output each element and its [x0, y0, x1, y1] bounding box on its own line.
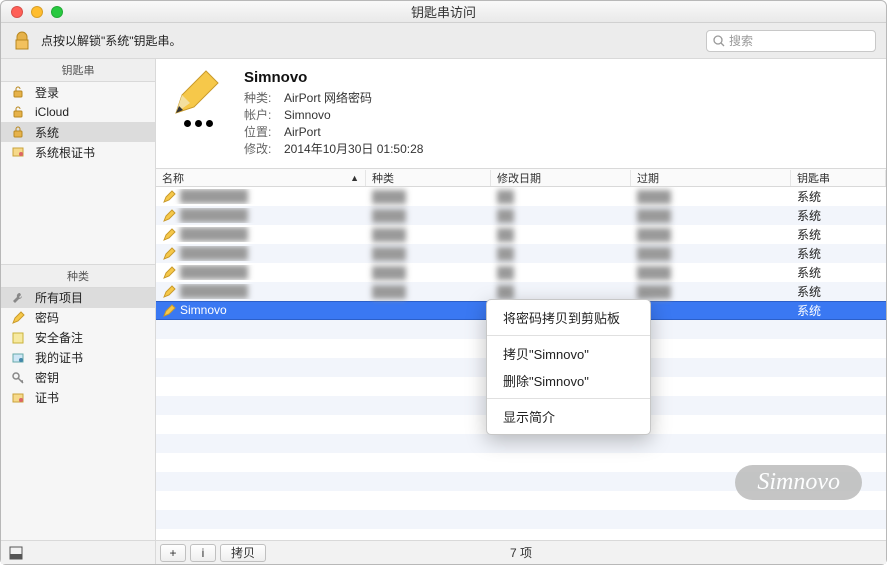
- keychain-item[interactable]: 系统根证书: [1, 142, 155, 162]
- col-expires[interactable]: 过期: [631, 170, 791, 186]
- search-input[interactable]: 搜索: [706, 30, 876, 52]
- unlock-icon: [11, 85, 25, 99]
- ctx-info[interactable]: 显示简介: [487, 403, 650, 430]
- note-icon: [11, 331, 25, 345]
- ctx-delete[interactable]: 删除"Simnovo": [487, 367, 650, 394]
- main-pane: Simnovo 种类:AirPort 网络密码帐户:Simnovo位置:AirP…: [156, 59, 886, 540]
- window-title: 钥匙串访问: [1, 2, 886, 21]
- watermark: Simnovo: [735, 465, 862, 500]
- table-row[interactable]: ██████████████████系统: [156, 244, 886, 263]
- category-item[interactable]: 所有项目: [1, 288, 155, 308]
- table-row[interactable]: ██████████████████系统: [156, 225, 886, 244]
- detail-row: 帐户:Simnovo: [244, 107, 423, 124]
- lock-icon: [11, 125, 25, 139]
- detail-row: 种类:AirPort 网络密码: [244, 90, 423, 107]
- item-count: 7 项: [156, 544, 886, 561]
- titlebar[interactable]: 钥匙串访问: [1, 1, 886, 23]
- category-item[interactable]: 安全备注: [1, 328, 155, 348]
- keychain-item[interactable]: iCloud: [1, 102, 155, 122]
- table-row[interactable]: ██████████████████系统: [156, 263, 886, 282]
- lock-bar: 点按以解锁"系统"钥匙串。 搜索: [1, 23, 886, 59]
- sidebar: 钥匙串 登录iCloud系统系统根证书 种类 所有项目密码安全备注我的证书密钥证…: [1, 59, 156, 540]
- item-detail: Simnovo 种类:AirPort 网络密码帐户:Simnovo位置:AirP…: [156, 59, 886, 169]
- footer: + i 拷贝 7 项: [1, 540, 886, 564]
- pencil-icon: [11, 311, 25, 325]
- category-item[interactable]: 证书: [1, 388, 155, 408]
- mycert-icon: [11, 351, 25, 365]
- categories-header: 种类: [1, 265, 155, 288]
- keychains-header: 钥匙串: [1, 59, 155, 82]
- cert-icon: [11, 145, 25, 159]
- keychain-item[interactable]: 系统: [1, 122, 155, 142]
- keychain-item[interactable]: 登录: [1, 82, 155, 102]
- col-kind[interactable]: 种类: [366, 170, 491, 186]
- detail-title: Simnovo: [244, 69, 423, 86]
- table-row[interactable]: ██████████████████系统: [156, 187, 886, 206]
- cert-icon: [11, 391, 25, 405]
- col-modified[interactable]: 修改日期: [491, 170, 631, 186]
- wrench-icon: [11, 291, 25, 305]
- table-row[interactable]: ██████████████████系统: [156, 206, 886, 225]
- key-icon: [11, 371, 25, 385]
- sort-asc-icon: ▲: [350, 173, 359, 183]
- ctx-copy-password[interactable]: 将密码拷贝到剪贴板: [487, 304, 650, 331]
- context-menu: 将密码拷贝到剪贴板 拷贝"Simnovo" 删除"Simnovo" 显示简介: [486, 299, 651, 435]
- detail-row: 修改:2014年10月30日 01:50:28: [244, 141, 423, 158]
- category-item[interactable]: 我的证书: [1, 348, 155, 368]
- table-row-empty: [156, 434, 886, 453]
- table-body[interactable]: ██████████████████系统██████████████████系统…: [156, 187, 886, 540]
- unlock-hint: 点按以解锁"系统"钥匙串。: [41, 32, 182, 49]
- password-icon: [170, 69, 230, 129]
- table-row-empty: [156, 510, 886, 529]
- col-keychain[interactable]: 钥匙串: [791, 170, 886, 186]
- col-name[interactable]: 名称▲: [156, 170, 366, 186]
- category-item[interactable]: 密钥: [1, 368, 155, 388]
- category-item[interactable]: 密码: [1, 308, 155, 328]
- keychain-access-window: 钥匙串访问 点按以解锁"系统"钥匙串。 搜索 钥匙串 登录iCloud系统系统根…: [0, 0, 887, 565]
- ctx-copy[interactable]: 拷贝"Simnovo": [487, 340, 650, 367]
- table-header[interactable]: 名称▲ 种类 修改日期 过期 钥匙串: [156, 169, 886, 187]
- lock-icon[interactable]: [11, 30, 33, 52]
- view-toggle-icon[interactable]: [9, 546, 23, 560]
- search-icon: [713, 35, 725, 47]
- detail-row: 位置:AirPort: [244, 124, 423, 141]
- unlock-icon: [11, 105, 25, 119]
